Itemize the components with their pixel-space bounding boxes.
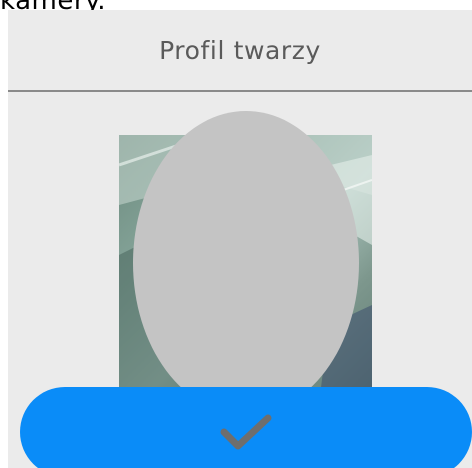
page-title: Profil twarzy bbox=[159, 35, 321, 65]
check-icon bbox=[220, 414, 272, 450]
header-divider bbox=[8, 90, 472, 92]
stage: kamery. Profil twarzy bbox=[0, 0, 472, 468]
face-guide-oval bbox=[133, 111, 359, 415]
face-profile-screen: Profil twarzy bbox=[8, 10, 472, 468]
